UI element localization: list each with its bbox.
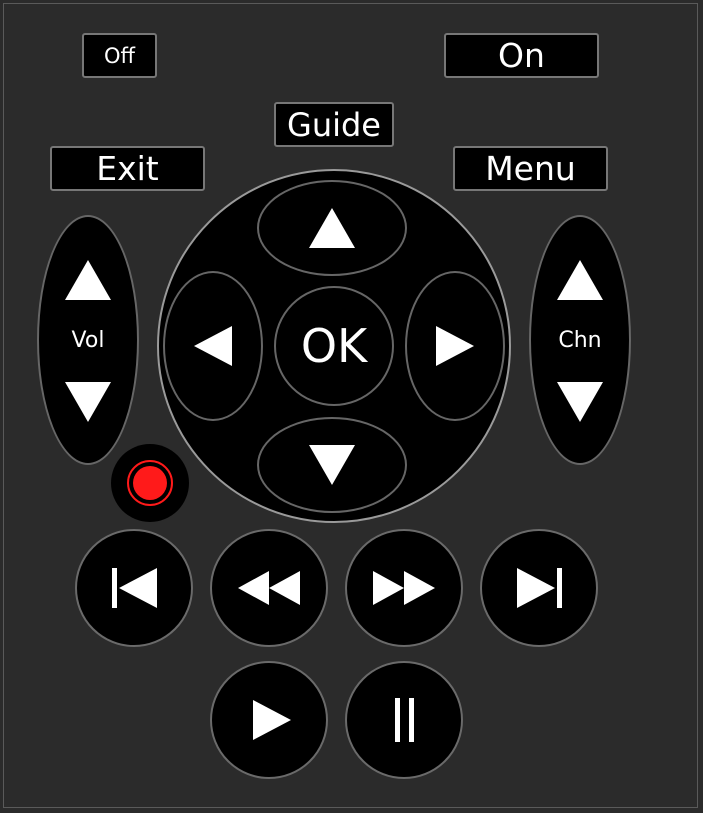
- menu-label: Menu: [485, 149, 576, 188]
- volume-up-button[interactable]: [40, 240, 136, 320]
- channel-down-button[interactable]: [532, 362, 628, 442]
- on-label: On: [498, 36, 545, 75]
- off-label: Off: [104, 43, 135, 68]
- exit-button[interactable]: Exit: [50, 146, 205, 191]
- triangle-down-icon: [557, 382, 603, 422]
- off-button[interactable]: Off: [82, 33, 157, 78]
- skip-back-icon: [111, 568, 157, 608]
- dpad-up-button[interactable]: [257, 180, 407, 276]
- dpad-left-button[interactable]: [163, 271, 263, 421]
- triangle-down-icon: [65, 382, 111, 422]
- channel-up-button[interactable]: [532, 240, 628, 320]
- triangle-down-icon: [309, 445, 355, 485]
- volume-down-button[interactable]: [40, 362, 136, 442]
- guide-label: Guide: [287, 105, 381, 144]
- triangle-left-icon: [194, 326, 232, 366]
- pause-button[interactable]: [345, 661, 463, 779]
- on-button[interactable]: On: [444, 33, 599, 78]
- volume-label: Vol: [71, 328, 105, 353]
- triangle-up-icon: [65, 260, 111, 300]
- triangle-up-icon: [557, 260, 603, 300]
- dpad-right-button[interactable]: [405, 271, 505, 421]
- record-icon: [127, 460, 173, 506]
- skip-back-button[interactable]: [75, 529, 193, 647]
- fast-forward-button[interactable]: [345, 529, 463, 647]
- channel-label: Chn: [558, 328, 602, 353]
- record-button[interactable]: [111, 444, 189, 522]
- ok-button[interactable]: OK: [274, 286, 394, 406]
- fast-forward-icon: [373, 571, 435, 605]
- pause-icon: [394, 698, 414, 742]
- rewind-icon: [238, 571, 300, 605]
- ok-label: OK: [300, 319, 368, 373]
- dpad-down-button[interactable]: [257, 417, 407, 513]
- menu-button[interactable]: Menu: [453, 146, 608, 191]
- skip-forward-button[interactable]: [480, 529, 598, 647]
- exit-label: Exit: [96, 149, 159, 188]
- triangle-right-icon: [436, 326, 474, 366]
- rewind-button[interactable]: [210, 529, 328, 647]
- play-icon: [253, 700, 291, 740]
- skip-forward-icon: [516, 568, 562, 608]
- guide-button[interactable]: Guide: [274, 102, 394, 147]
- triangle-up-icon: [309, 208, 355, 248]
- play-button[interactable]: [210, 661, 328, 779]
